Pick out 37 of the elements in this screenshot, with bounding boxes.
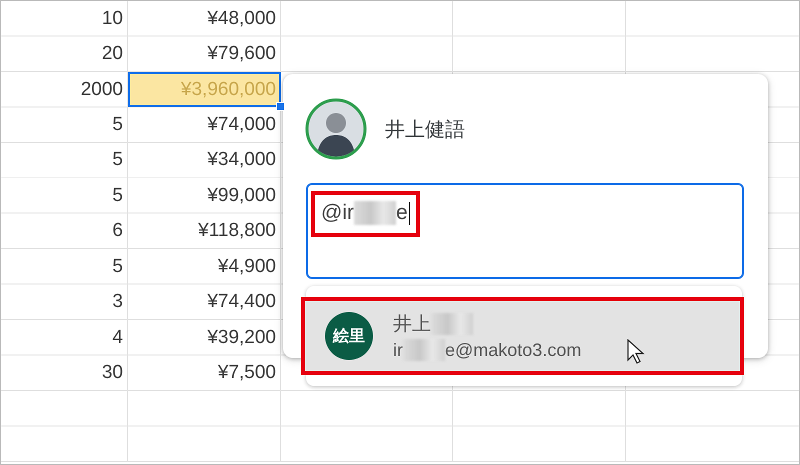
table-cell: ¥74,000 <box>207 114 276 136</box>
suggestion-item[interactable]: 絵里 井上 ir e@makoto3.com <box>301 297 744 375</box>
table-cell: 5 <box>112 149 123 172</box>
redacted-blur <box>354 201 396 225</box>
table-cell: ¥79,600 <box>207 43 276 66</box>
text-cursor <box>408 202 410 224</box>
text: e <box>396 201 408 225</box>
text: e@makoto3.com <box>445 340 582 360</box>
table-cell: 4 <box>112 326 123 349</box>
redacted-blur <box>431 313 473 335</box>
redacted-blur <box>403 339 445 361</box>
table-cell: ¥34,000 <box>207 149 276 172</box>
fill-handle[interactable] <box>276 102 285 112</box>
avatar-icon <box>305 98 367 160</box>
table-cell: 5 <box>112 184 123 207</box>
table-cell: ¥74,400 <box>207 291 276 314</box>
text: @ir <box>321 201 354 225</box>
table-cell: ¥7,500 <box>218 362 276 384</box>
mouse-pointer-icon <box>627 339 645 365</box>
author-name: 井上健語 <box>385 118 465 142</box>
table-cell: 20 <box>102 43 123 66</box>
table-cell: 3 <box>112 291 123 314</box>
initials-avatar: 絵里 <box>325 312 373 360</box>
table-cell: 5 <box>112 114 123 136</box>
table-cell: 30 <box>102 362 123 384</box>
table-cell: ¥4,900 <box>218 256 276 278</box>
table-cell: 5 <box>112 256 123 278</box>
text: ir <box>393 340 403 360</box>
table-cell: ¥99,000 <box>207 184 276 207</box>
comment-input-field[interactable]: @ir e <box>306 183 744 279</box>
table-cell: 10 <box>102 8 123 30</box>
text: 井上 <box>393 313 431 337</box>
table-cell: ¥118,800 <box>198 220 276 242</box>
table-cell: ¥39,200 <box>207 326 276 349</box>
table-cell: 6 <box>112 220 123 242</box>
table-cell: 2000 <box>80 78 123 101</box>
table-cell: ¥48,000 <box>207 8 276 30</box>
